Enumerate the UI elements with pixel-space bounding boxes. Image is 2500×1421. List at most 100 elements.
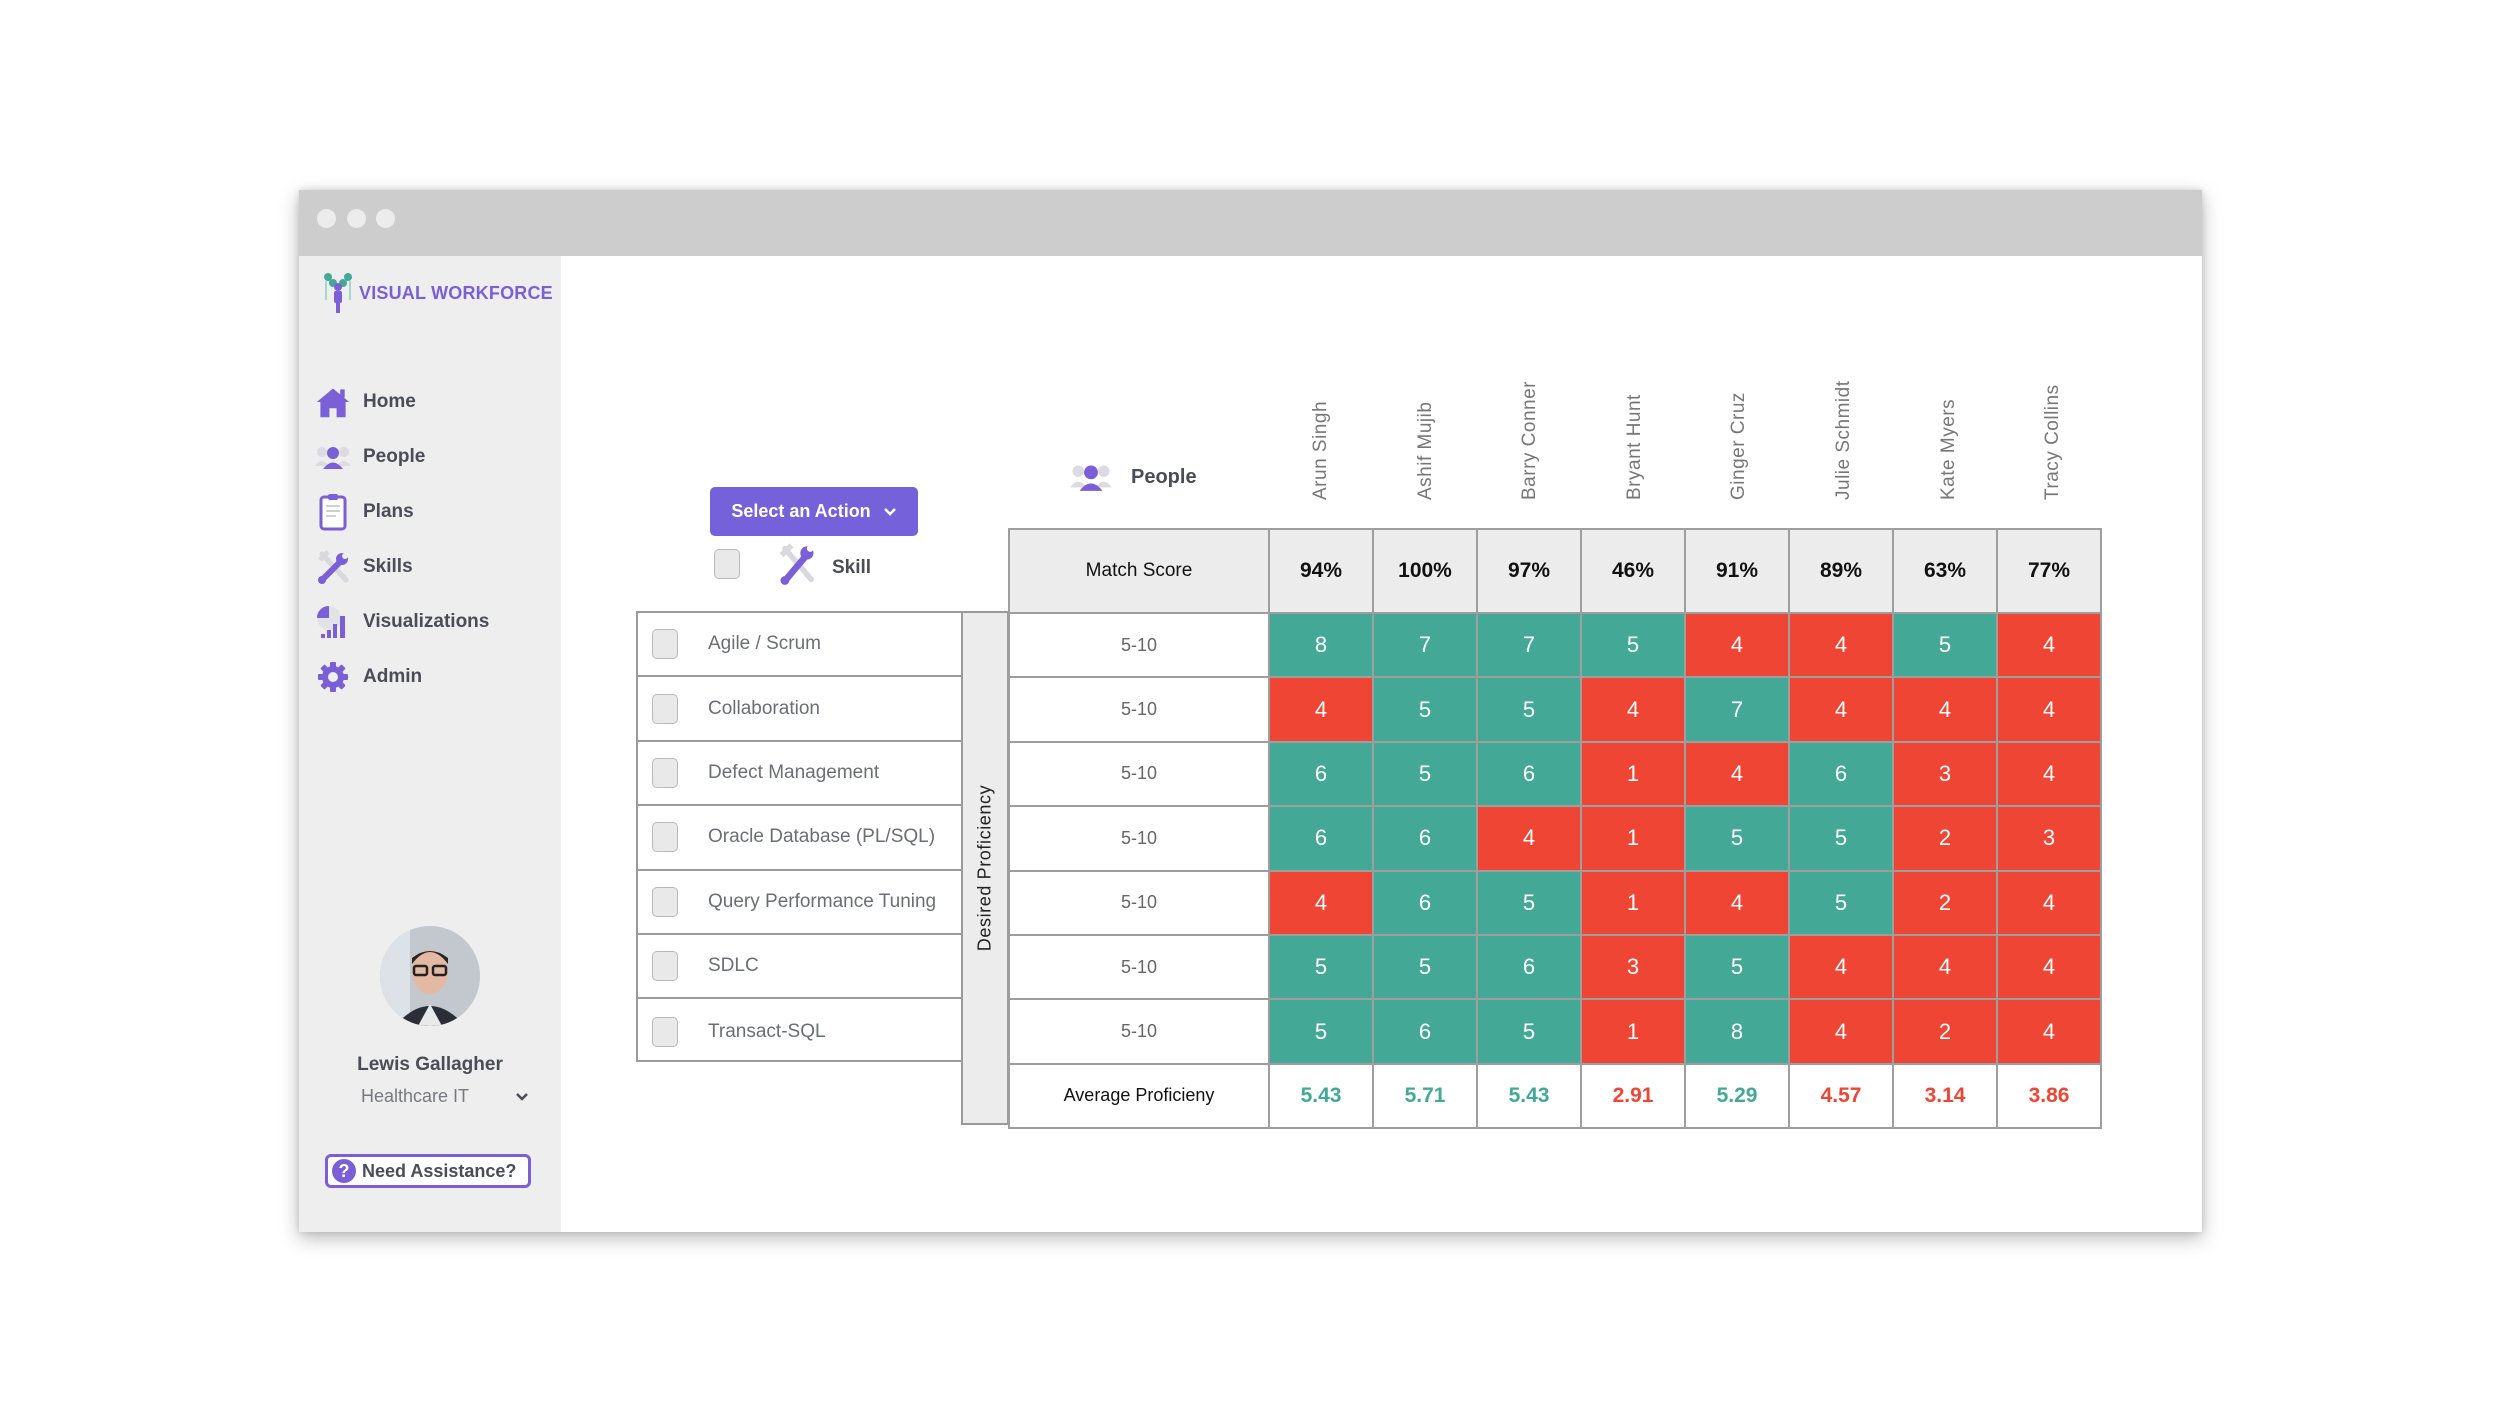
proficiency-cell[interactable]: 5 (1892, 611, 1998, 679)
sidebar-item-admin[interactable]: Admin (315, 649, 489, 704)
proficiency-cell[interactable]: 2 (1892, 805, 1998, 872)
proficiency-cell[interactable]: 5 (1684, 933, 1790, 1001)
proficiency-cell[interactable]: 3 (1892, 740, 1998, 808)
proficiency-cell[interactable]: 5 (1788, 805, 1894, 872)
skill-checkbox[interactable] (652, 629, 678, 660)
proficiency-cell[interactable]: 6 (1372, 805, 1478, 872)
proficiency-cell[interactable]: 6 (1476, 740, 1582, 808)
select-action-dropdown[interactable]: Select an Action (710, 487, 918, 536)
skill-row[interactable]: Query Performance Tuning (638, 871, 961, 935)
proficiency-cell[interactable]: 5 (1788, 869, 1894, 936)
proficiency-cell[interactable]: 4 (1996, 869, 2102, 936)
proficiency-cell[interactable]: 4 (1788, 611, 1894, 679)
proficiency-cell[interactable]: 8 (1268, 611, 1374, 679)
skill-column-header: Skill (714, 542, 871, 586)
proficiency-cell[interactable]: 5 (1268, 998, 1374, 1065)
proficiency-cell[interactable]: 7 (1684, 676, 1790, 743)
sidebar-item-plans[interactable]: Plans (315, 484, 489, 539)
sidebar-item-visualizations[interactable]: Visualizations (315, 594, 489, 649)
average-value: 5.71 (1372, 1062, 1478, 1129)
skill-row[interactable]: Transact-SQL (638, 999, 961, 1063)
proficiency-cell[interactable]: 3 (1580, 933, 1686, 1001)
org-selector[interactable]: Healthcare IT (299, 1086, 561, 1107)
sidebar-item-home[interactable]: Home (315, 374, 489, 429)
skill-checkbox[interactable] (652, 693, 678, 724)
proficiency-cell[interactable]: 8 (1684, 998, 1790, 1065)
proficiency-cell[interactable]: 4 (1268, 676, 1374, 743)
person-header[interactable]: Tracy Collins (2002, 340, 2106, 500)
proficiency-cell[interactable]: 4 (1996, 740, 2102, 808)
proficiency-cell[interactable]: 4 (1892, 933, 1998, 1001)
skill-checkbox[interactable] (652, 1016, 678, 1047)
person-header[interactable]: Arun Singh (1270, 340, 1374, 500)
person-header[interactable]: Barry Conner (1479, 340, 1583, 500)
proficiency-cell[interactable]: 4 (1476, 805, 1582, 872)
average-value: 3.86 (1996, 1062, 2102, 1129)
proficiency-cell[interactable]: 6 (1268, 805, 1374, 872)
person-header[interactable]: Julie Schmidt (1793, 340, 1897, 501)
proficiency-cell[interactable]: 5 (1476, 869, 1582, 936)
need-assistance-button[interactable]: ? Need Assistance? (325, 1154, 531, 1188)
average-value: 5.43 (1476, 1062, 1582, 1129)
proficiency-cell[interactable]: 1 (1580, 805, 1686, 872)
proficiency-cell[interactable]: 5 (1372, 933, 1478, 1001)
average-value: 4.57 (1788, 1062, 1894, 1129)
proficiency-cell[interactable]: 5 (1476, 676, 1582, 743)
proficiency-cell[interactable]: 5 (1684, 805, 1790, 872)
proficiency-cell[interactable]: 6 (1788, 740, 1894, 808)
proficiency-cell[interactable]: 6 (1372, 869, 1478, 936)
skill-name: Agile / Scrum (708, 633, 821, 655)
proficiency-cell[interactable]: 4 (1996, 676, 2102, 743)
proficiency-cell[interactable]: 4 (1892, 676, 1998, 743)
proficiency-cell[interactable]: 4 (1996, 998, 2102, 1065)
proficiency-cell[interactable]: 1 (1580, 740, 1686, 808)
proficiency-cell[interactable]: 3 (1996, 805, 2102, 872)
person-header[interactable]: Bryant Hunt (1584, 340, 1688, 500)
proficiency-cell[interactable]: 4 (1684, 869, 1790, 936)
person-header[interactable]: Ashif Mujib (1375, 340, 1479, 500)
proficiency-cell[interactable]: 4 (1268, 869, 1374, 936)
proficiency-cell[interactable]: 2 (1892, 869, 1998, 936)
brand-logo[interactable]: VISUAL WORKFORCE (323, 272, 553, 314)
skill-checkbox[interactable] (652, 886, 678, 917)
skill-checkbox[interactable] (652, 822, 678, 853)
window-minimize-button[interactable] (347, 209, 366, 228)
avatar[interactable] (380, 926, 480, 1026)
skill-row[interactable]: Oracle Database (PL/SQL) (638, 806, 961, 871)
skill-row[interactable]: SDLC (638, 935, 961, 1000)
proficiency-cell[interactable]: 4 (1788, 933, 1894, 1001)
proficiency-cell[interactable]: 5 (1580, 611, 1686, 679)
proficiency-cell[interactable]: 4 (1684, 740, 1790, 808)
proficiency-cell[interactable]: 7 (1372, 611, 1478, 679)
proficiency-cell[interactable]: 5 (1476, 998, 1582, 1065)
match-score-label: Match Score (1008, 528, 1270, 614)
skill-row[interactable]: Agile / Scrum (638, 613, 961, 678)
proficiency-cell[interactable]: 4 (1788, 998, 1894, 1065)
proficiency-cell[interactable]: 4 (1580, 676, 1686, 743)
proficiency-cell[interactable]: 5 (1268, 933, 1374, 1001)
select-all-checkbox[interactable] (714, 549, 740, 579)
proficiency-cell[interactable]: 1 (1580, 998, 1686, 1065)
proficiency-cell[interactable]: 1 (1580, 869, 1686, 936)
sidebar-item-skills[interactable]: Skills (315, 539, 489, 594)
skill-checkbox[interactable] (652, 757, 678, 788)
skill-checkbox[interactable] (652, 951, 678, 982)
skill-row[interactable]: Defect Management (638, 742, 961, 807)
proficiency-cell[interactable]: 6 (1372, 998, 1478, 1065)
sidebar-item-people[interactable]: People (315, 429, 489, 484)
proficiency-cell[interactable]: 4 (1996, 611, 2102, 679)
window-maximize-button[interactable] (376, 209, 395, 228)
proficiency-cell[interactable]: 6 (1268, 740, 1374, 808)
proficiency-cell[interactable]: 5 (1372, 676, 1478, 743)
proficiency-cell[interactable]: 2 (1892, 998, 1998, 1065)
proficiency-cell[interactable]: 4 (1788, 676, 1894, 743)
person-header[interactable]: Kate Myers (1898, 340, 2002, 500)
skill-row[interactable]: Collaboration (638, 677, 961, 742)
person-header[interactable]: Ginger Cruz (1688, 340, 1792, 500)
proficiency-cell[interactable]: 6 (1476, 933, 1582, 1001)
window-close-button[interactable] (317, 209, 336, 228)
proficiency-cell[interactable]: 4 (1996, 933, 2102, 1001)
proficiency-cell[interactable]: 5 (1372, 740, 1478, 808)
proficiency-cell[interactable]: 7 (1476, 611, 1582, 679)
proficiency-cell[interactable]: 4 (1684, 611, 1790, 679)
